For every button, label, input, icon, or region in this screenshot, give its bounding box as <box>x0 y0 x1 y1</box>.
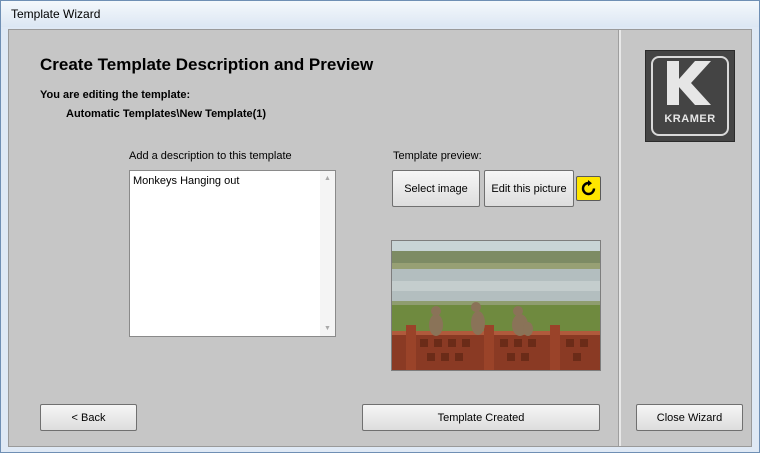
kramer-logo: KRAMER <box>645 50 735 142</box>
editing-label: You are editing the template: <box>40 89 191 101</box>
scroll-up-arrow-icon[interactable]: ▲ <box>320 171 335 186</box>
k-letter-icon <box>667 61 711 105</box>
scroll-down-arrow-icon[interactable]: ▼ <box>320 321 335 336</box>
preview-label: Template preview: <box>393 150 482 162</box>
refresh-button[interactable] <box>576 176 601 201</box>
close-wizard-button[interactable]: Close Wizard <box>636 404 743 431</box>
title-bar[interactable]: Template Wizard <box>1 1 759 27</box>
template-created-button[interactable]: Template Created <box>362 404 600 431</box>
page-title: Create Template Description and Preview <box>40 55 374 74</box>
template-wizard-window: Template Wizard Create Template Descript… <box>0 0 760 453</box>
template-path: Automatic Templates\New Template(1) <box>66 108 267 120</box>
refresh-icon <box>581 180 596 196</box>
logo-text: KRAMER <box>664 113 716 125</box>
select-image-button[interactable]: Select image <box>392 170 480 207</box>
window-title: Template Wizard <box>11 7 101 21</box>
description-scrollbar[interactable]: ▲ ▼ <box>320 171 335 336</box>
panel-divider <box>618 30 621 446</box>
description-textarea[interactable]: Monkeys Hanging out ▲ ▼ <box>129 170 336 337</box>
wizard-panel: Create Template Description and Preview … <box>8 29 752 447</box>
preview-photo <box>392 241 600 370</box>
edit-picture-button[interactable]: Edit this picture <box>484 170 574 207</box>
description-text: Monkeys Hanging out <box>133 175 240 187</box>
template-preview-image <box>391 240 601 371</box>
description-label: Add a description to this template <box>129 150 292 162</box>
back-button[interactable]: < Back <box>40 404 137 431</box>
